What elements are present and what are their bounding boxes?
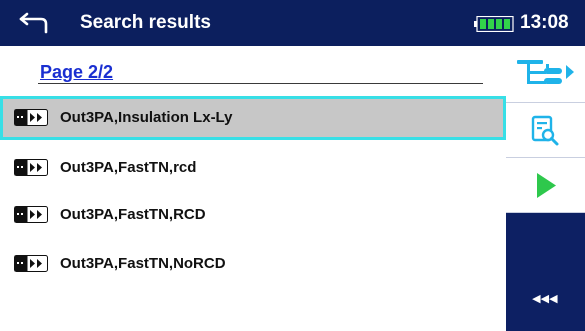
page-indicator: Page 2/2 bbox=[40, 62, 114, 82]
result-label: Out3PA,FastTN,RCD bbox=[60, 206, 206, 223]
title-bar: Search results 13:08 bbox=[0, 0, 585, 46]
results-panel: Page 2/2 Out3PA,Insulation Lx-Ly Out3PA,… bbox=[0, 46, 506, 331]
result-label: Out3PA,FastTN,rcd bbox=[60, 159, 197, 176]
test-sequence-icon bbox=[14, 206, 48, 223]
sidebar: ◂◂◂ bbox=[506, 46, 585, 331]
result-label: Out3PA,FastTN,NoRCD bbox=[60, 255, 226, 272]
more-options-button[interactable]: ◂◂◂ bbox=[506, 266, 585, 331]
page-title: Search results bbox=[80, 12, 211, 33]
tree-options-button[interactable] bbox=[506, 46, 585, 103]
test-sequence-icon bbox=[14, 255, 48, 272]
view-details-button[interactable] bbox=[506, 103, 585, 158]
clock: 13:08 bbox=[520, 12, 569, 33]
run-button[interactable] bbox=[506, 158, 585, 213]
result-row[interactable]: Out3PA,FastTN,rcd bbox=[0, 146, 506, 190]
result-label: Out3PA,Insulation Lx-Ly bbox=[60, 109, 233, 126]
divider bbox=[38, 83, 483, 84]
play-icon bbox=[537, 173, 556, 198]
view-details-icon bbox=[531, 115, 559, 146]
result-row[interactable]: Out3PA,FastTN,RCD bbox=[0, 193, 506, 237]
test-sequence-icon bbox=[14, 109, 48, 126]
result-row[interactable]: Out3PA,FastTN,NoRCD bbox=[0, 242, 506, 286]
battery-full-icon bbox=[474, 16, 514, 32]
tree-options-icon bbox=[517, 60, 574, 84]
back-arrow-icon[interactable] bbox=[17, 10, 49, 36]
result-row-selected[interactable]: Out3PA,Insulation Lx-Ly bbox=[0, 96, 506, 140]
test-sequence-icon bbox=[14, 159, 48, 176]
